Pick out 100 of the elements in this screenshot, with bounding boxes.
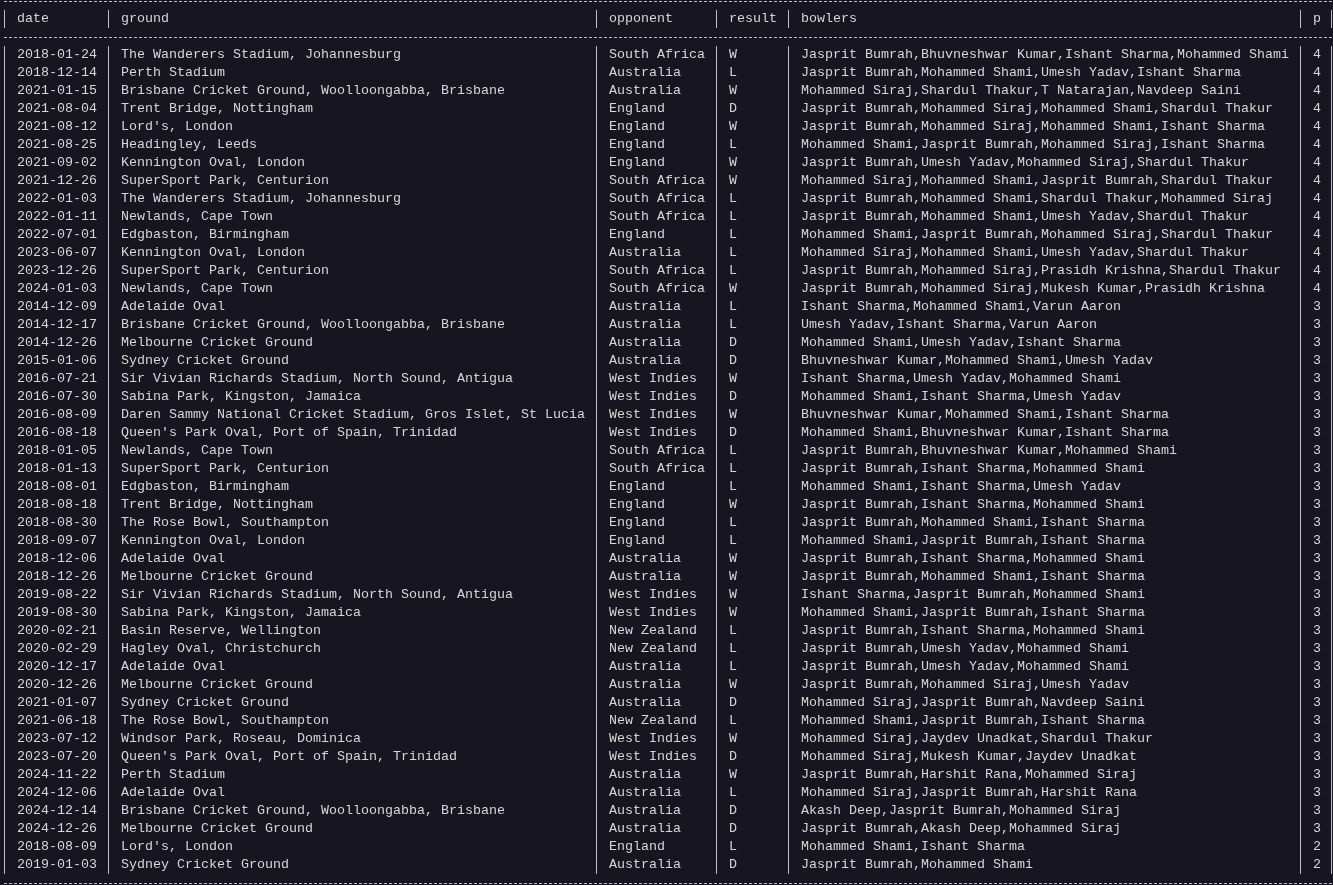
table-cell: Mohammed Siraj,Jasprit Bumrah,Navdeep Saini: [788, 694, 1300, 712]
table-cell: 2018-09-07: [4, 532, 108, 550]
table-cell: Jasprit Bumrah,Ishant Sharma,Mohammed Shami: [788, 496, 1300, 514]
table-cell: New Zealand: [596, 622, 716, 640]
table-cell: 4: [1300, 190, 1332, 208]
table-cell: South Africa: [596, 442, 716, 460]
table-cell: 2021-09-02: [4, 154, 108, 172]
table-cell: 2014-12-09: [4, 298, 108, 316]
table-cell: Australia: [596, 316, 716, 334]
table-cell: 2019-08-22: [4, 586, 108, 604]
table-cell: W: [716, 586, 788, 604]
table-cell: Kennington Oval, London: [108, 154, 596, 172]
table-cell: Sydney Cricket Ground: [108, 352, 596, 370]
table-cell: Jasprit Bumrah,Mohammed Shami,Shardul Thakur,Mohammed Siraj: [788, 190, 1300, 208]
table-cell: 2021-08-25: [4, 136, 108, 154]
table-cell: 2016-08-18: [4, 424, 108, 442]
table-cell: 2022-07-01: [4, 226, 108, 244]
table-cell: Lord's, London: [108, 118, 596, 136]
column-header: result: [716, 10, 788, 28]
table-cell: Brisbane Cricket Ground, Woolloongabba, Brisbane: [108, 82, 596, 100]
table-cell: Jasprit Bumrah,Mohammed Siraj,Umesh Yadav: [788, 676, 1300, 694]
table-cell: Australia: [596, 676, 716, 694]
table-cell: L: [716, 784, 788, 802]
table-cell: 4: [1300, 244, 1332, 262]
table-cell: D: [716, 100, 788, 118]
table-cell: Sabina Park, Kingston, Jamaica: [108, 604, 596, 622]
table-cell: Melbourne Cricket Ground: [108, 820, 596, 838]
table-cell: 2023-06-07: [4, 244, 108, 262]
table-cell: L: [716, 208, 788, 226]
table-cell: 2021-06-18: [4, 712, 108, 730]
table-cell: W: [716, 766, 788, 784]
table-cell: SuperSport Park, Centurion: [108, 172, 596, 190]
table-cell: 2018-01-24: [4, 46, 108, 64]
table-cell: 2024-12-06: [4, 784, 108, 802]
table-cell: 2020-12-17: [4, 658, 108, 676]
table-cell: Jasprit Bumrah,Ishant Sharma,Mohammed Shami: [788, 622, 1300, 640]
table-cell: Queen's Park Oval, Port of Spain, Trinidad: [108, 748, 596, 766]
table-cell: Jasprit Bumrah,Mohammed Siraj,Mukesh Kumar,Prasidh Krishna: [788, 280, 1300, 298]
table-cell: 2022-01-11: [4, 208, 108, 226]
table-cell: 2021-12-26: [4, 172, 108, 190]
table-cell: 2018-12-14: [4, 64, 108, 82]
table-cell: Mohammed Siraj,Mohammed Shami,Jasprit Bumrah,Shardul Thakur: [788, 172, 1300, 190]
column-header: ground: [108, 10, 596, 28]
table-cell: 2024-12-14: [4, 802, 108, 820]
table-cell: The Wanderers Stadium, Johannesburg: [108, 190, 596, 208]
table-cell: 4: [1300, 118, 1332, 136]
table-cell: England: [596, 514, 716, 532]
column-header: opponent: [596, 10, 716, 28]
table-cell: Jasprit Bumrah,Mohammed Shami: [788, 856, 1300, 874]
table-cell: England: [596, 496, 716, 514]
table-cell: 3: [1300, 334, 1332, 352]
table-cell: Windsor Park, Roseau, Dominica: [108, 730, 596, 748]
table-cell: Daren Sammy National Cricket Stadium, Gros Islet, St Lucia: [108, 406, 596, 424]
table-cell: South Africa: [596, 172, 716, 190]
table-cell: 4: [1300, 82, 1332, 100]
table-cell: Brisbane Cricket Ground, Woolloongabba, Brisbane: [108, 316, 596, 334]
table-cell: 3: [1300, 586, 1332, 604]
table-cell: L: [716, 262, 788, 280]
table-cell: 3: [1300, 730, 1332, 748]
column-header: date: [4, 10, 108, 28]
table-cell: England: [596, 136, 716, 154]
table-cell: Jasprit Bumrah,Mohammed Siraj,Mohammed Shami,Shardul Thakur: [788, 100, 1300, 118]
table-cell: 2015-01-06: [4, 352, 108, 370]
table-cell: 3: [1300, 478, 1332, 496]
table-cell: The Rose Bowl, Southampton: [108, 712, 596, 730]
table-cell: 3: [1300, 298, 1332, 316]
table-cell: 3: [1300, 604, 1332, 622]
table-cell: Umesh Yadav,Ishant Sharma,Varun Aaron: [788, 316, 1300, 334]
table-cell: Mohammed Shami,Jasprit Bumrah,Mohammed Siraj,Shardul Thakur: [788, 226, 1300, 244]
table-cell: 2016-08-09: [4, 406, 108, 424]
table-cell: England: [596, 226, 716, 244]
table-cell: West Indies: [596, 604, 716, 622]
table-cell: W: [716, 730, 788, 748]
table-cell: 2016-07-21: [4, 370, 108, 388]
table-cell: Mohammed Siraj,Jasprit Bumrah,Harshit Rana: [788, 784, 1300, 802]
table-cell: 2023-12-26: [4, 262, 108, 280]
table-cell: Jasprit Bumrah,Bhuvneshwar Kumar,Mohammed Shami: [788, 442, 1300, 460]
table-cell: 3: [1300, 316, 1332, 334]
table-cell: 2018-08-30: [4, 514, 108, 532]
table-cell: 3: [1300, 676, 1332, 694]
table-cell: Australia: [596, 694, 716, 712]
table-cell: South Africa: [596, 460, 716, 478]
column-header: p: [1300, 10, 1332, 28]
table-cell: 3: [1300, 784, 1332, 802]
table-cell: 3: [1300, 460, 1332, 478]
table-cell: 4: [1300, 226, 1332, 244]
table-cell: Australia: [596, 568, 716, 586]
table-cell: 2024-11-22: [4, 766, 108, 784]
table-cell: Sir Vivian Richards Stadium, North Sound, Antigua: [108, 586, 596, 604]
table-cell: West Indies: [596, 586, 716, 604]
table-cell: D: [716, 352, 788, 370]
table-cell: Edgbaston, Birmingham: [108, 478, 596, 496]
table-cell: W: [716, 172, 788, 190]
table-cell: L: [716, 316, 788, 334]
table-cell: 2024-01-03: [4, 280, 108, 298]
table-cell: W: [716, 550, 788, 568]
table-cell: South Africa: [596, 280, 716, 298]
table-cell: Jasprit Bumrah,Harshit Rana,Mohammed Siraj: [788, 766, 1300, 784]
table-cell: 2021-08-04: [4, 100, 108, 118]
table-cell: Melbourne Cricket Ground: [108, 334, 596, 352]
